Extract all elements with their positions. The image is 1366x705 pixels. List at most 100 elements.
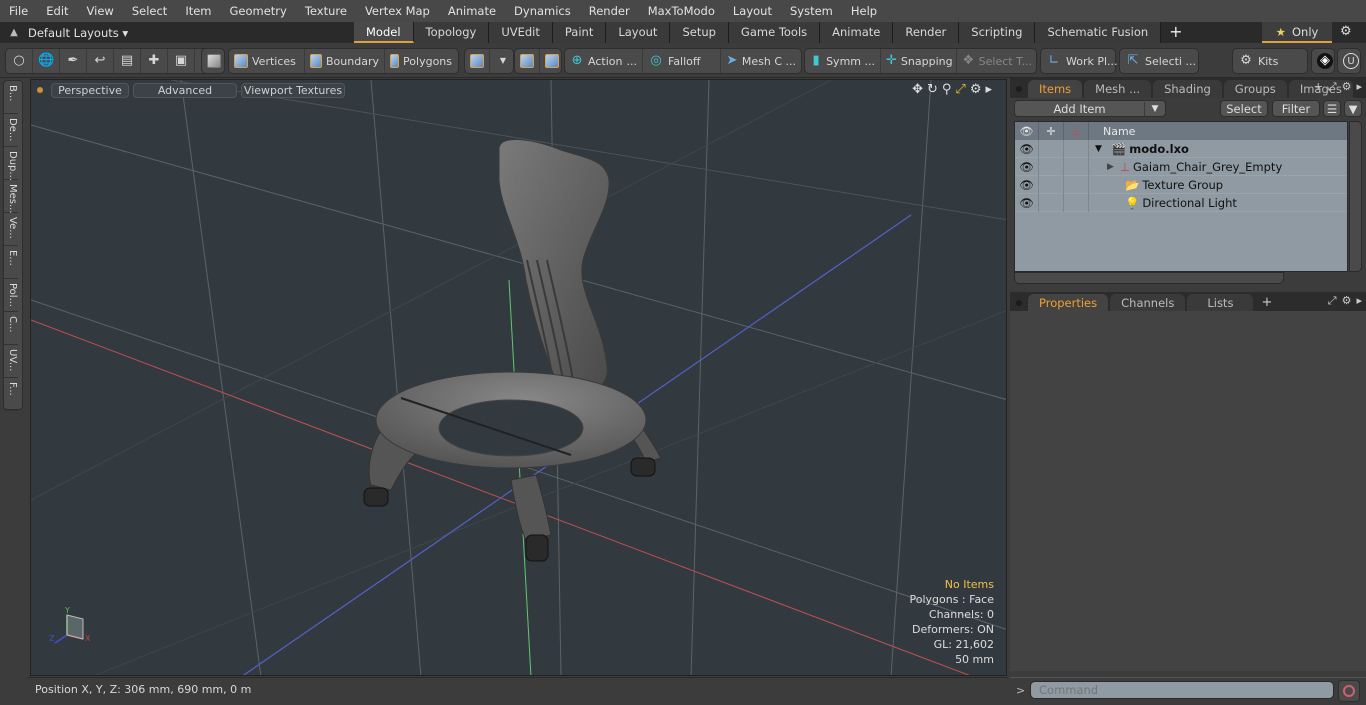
transform-column-icon[interactable]: ⊥ [1064, 122, 1089, 140]
tree-horizontal-scrollbar[interactable] [1014, 272, 1284, 284]
vtab-edge[interactable]: E... [4, 246, 18, 279]
tab-setup[interactable]: Setup [670, 22, 729, 43]
tree-row-texture-group[interactable]: 👁 📂 Texture Group [1015, 175, 1347, 194]
record-macro-button[interactable] [1338, 680, 1360, 702]
tab-items[interactable]: Items [1028, 80, 1083, 98]
boundary-button[interactable]: Boundary [305, 49, 385, 73]
panel-dot-icon[interactable] [1016, 300, 1022, 306]
tab-paint[interactable]: Paint [552, 22, 607, 43]
perspective-button[interactable]: Perspective [51, 82, 129, 98]
viewport-menu-arrow-icon[interactable]: ▸ [985, 82, 992, 97]
expand-panel-icon[interactable]: ⤢ [1328, 294, 1337, 308]
tab-game-tools[interactable]: Game Tools [728, 22, 821, 43]
add-item-button[interactable]: Add Item ▼ [1014, 100, 1166, 117]
menu-geometry[interactable]: Geometry [221, 0, 296, 22]
vertices-button[interactable]: Vertices [229, 49, 305, 73]
shading-advanced-button[interactable]: Advanced [133, 82, 237, 98]
orbit-icon[interactable]: ↻ [927, 82, 938, 97]
circle-select-button[interactable]: ○ [6, 49, 33, 73]
expand-arrow-icon[interactable]: ▶ [1089, 162, 1114, 172]
panel-arrow-icon[interactable]: ▸ [1356, 294, 1362, 308]
layout-selector[interactable]: Default Layouts ▾ [28, 26, 328, 40]
menu-render[interactable]: Render [580, 0, 639, 22]
viewport-gear-icon[interactable]: ⚙ [970, 82, 982, 97]
menu-vertex-map[interactable]: Vertex Map [356, 0, 439, 22]
lasso-tool-button[interactable]: ↩ [87, 49, 114, 73]
action-center-button[interactable]: ⊕ Action... [565, 49, 643, 73]
frame-button[interactable]: ▣ [168, 49, 195, 73]
vtab-fusion[interactable]: F... [4, 378, 18, 411]
vtab-uv[interactable]: UV... [4, 345, 18, 378]
lock-column-icon[interactable]: ✛ [1039, 122, 1064, 140]
add-props-tab-icon[interactable]: + [1255, 295, 1278, 312]
visibility-column-icon[interactable]: 👁 [1015, 122, 1039, 140]
vtab-vertex[interactable]: Ve... [4, 213, 18, 246]
tab-model[interactable]: Model [354, 22, 414, 43]
select-button[interactable]: Select [1220, 100, 1268, 117]
gear-icon[interactable]: ⚙ [1340, 24, 1352, 39]
name-column-header[interactable]: Name [1089, 125, 1135, 138]
tree-row-directional-light[interactable]: 👁 💡 Directional Light [1015, 193, 1347, 212]
menu-dynamics[interactable]: Dynamics [505, 0, 580, 22]
tree-row-gaiam-chair[interactable]: 👁 ▶ ⊥ Gaiam_Chair_Grey_Empty [1015, 157, 1347, 176]
tab-scripting[interactable]: Scripting [959, 22, 1036, 43]
align-button[interactable]: ▤ [114, 49, 141, 73]
menu-system[interactable]: System [781, 0, 842, 22]
menu-edit[interactable]: Edit [37, 0, 77, 22]
globe-select-button[interactable]: 🌐 [33, 49, 60, 73]
collapse-arrow-icon[interactable]: ▼ [1089, 144, 1102, 154]
add-panel-tab-icon[interactable]: + [1314, 80, 1323, 94]
panel-arrow-icon[interactable]: ▸ [1356, 80, 1362, 94]
filter-button[interactable]: Filter [1272, 100, 1320, 117]
mesh-constraint-button[interactable]: ➤ Mesh C ... [721, 49, 801, 73]
eye-icon[interactable]: 👁 [1015, 139, 1039, 158]
pan-icon[interactable]: ✥ [912, 82, 923, 97]
panel-gear-icon[interactable]: ⚙ [1342, 80, 1352, 94]
tab-shading[interactable]: Shading [1153, 80, 1222, 98]
material-mode-button[interactable] [465, 49, 490, 73]
tab-properties[interactable]: Properties [1028, 294, 1109, 312]
panel-dot-icon[interactable] [1016, 86, 1022, 92]
chevron-down-icon[interactable]: ▼ [1145, 104, 1165, 114]
vtab-polygon[interactable]: Pol... [4, 279, 18, 312]
menu-layout[interactable]: Layout [724, 0, 781, 22]
tab-uvedit[interactable]: UVEdit [489, 22, 553, 43]
add-tab-button[interactable]: + [1161, 22, 1190, 43]
command-input[interactable] [1030, 681, 1334, 699]
tab-schematic-fusion[interactable]: Schematic Fusion [1035, 22, 1162, 43]
kits-button[interactable]: ⚙ Kits [1233, 49, 1283, 73]
tab-lists[interactable]: Lists [1187, 294, 1254, 312]
menu-animate[interactable]: Animate [439, 0, 505, 22]
vtab-curve[interactable]: C... [4, 312, 18, 345]
list-options-icon[interactable]: ☰ [1323, 100, 1341, 117]
vtab-mesh-edit[interactable]: Mes... [4, 180, 18, 214]
selection-sets-button[interactable]: ⇱ Selecti ... [1120, 49, 1201, 73]
menu-texture[interactable]: Texture [296, 0, 356, 22]
eye-icon[interactable]: 👁 [1015, 175, 1039, 194]
pen-tool-button[interactable]: ✒ [60, 49, 87, 73]
menu-file[interactable]: File [0, 0, 37, 22]
tree-vertical-scrollbar[interactable] [1349, 121, 1362, 272]
select-through-button[interactable]: ❖ Select T... [957, 49, 1037, 73]
tree-row-modo-lxo[interactable]: 👁 ▼ 🎬 modo.lxo [1015, 139, 1347, 158]
eye-icon[interactable]: 👁 [1015, 157, 1039, 176]
tab-groups[interactable]: Groups [1223, 80, 1287, 98]
tab-topology[interactable]: Topology [413, 22, 490, 43]
falloff-button[interactable]: ◎ Falloff [643, 49, 721, 73]
menu-maxtomodo[interactable]: MaxToModo [639, 0, 724, 22]
vtab-deform[interactable]: De... [4, 114, 18, 147]
only-button[interactable]: ★ Only [1262, 22, 1332, 43]
funnel-filter-icon[interactable]: ▼ [1344, 100, 1362, 117]
tab-mesh[interactable]: Mesh ... [1084, 80, 1152, 98]
polygons-button[interactable]: Polygons [385, 49, 457, 73]
modo-cube-button[interactable]: ◈ [1312, 49, 1338, 73]
pivot-button[interactable] [515, 49, 540, 73]
vtab-duplicate[interactable]: Dup... [4, 147, 18, 181]
menu-view[interactable]: View [78, 0, 123, 22]
viewport-textures-button[interactable]: Viewport Textures [241, 82, 345, 98]
viewport-indicator-icon[interactable] [37, 87, 43, 93]
vtab-basic[interactable]: B... [4, 81, 18, 114]
symmetry-button[interactable]: ▮ Symm ... [805, 49, 881, 73]
material-mode-dropdown[interactable]: ▼ [490, 49, 516, 73]
cross-button[interactable]: ✚ [141, 49, 168, 73]
